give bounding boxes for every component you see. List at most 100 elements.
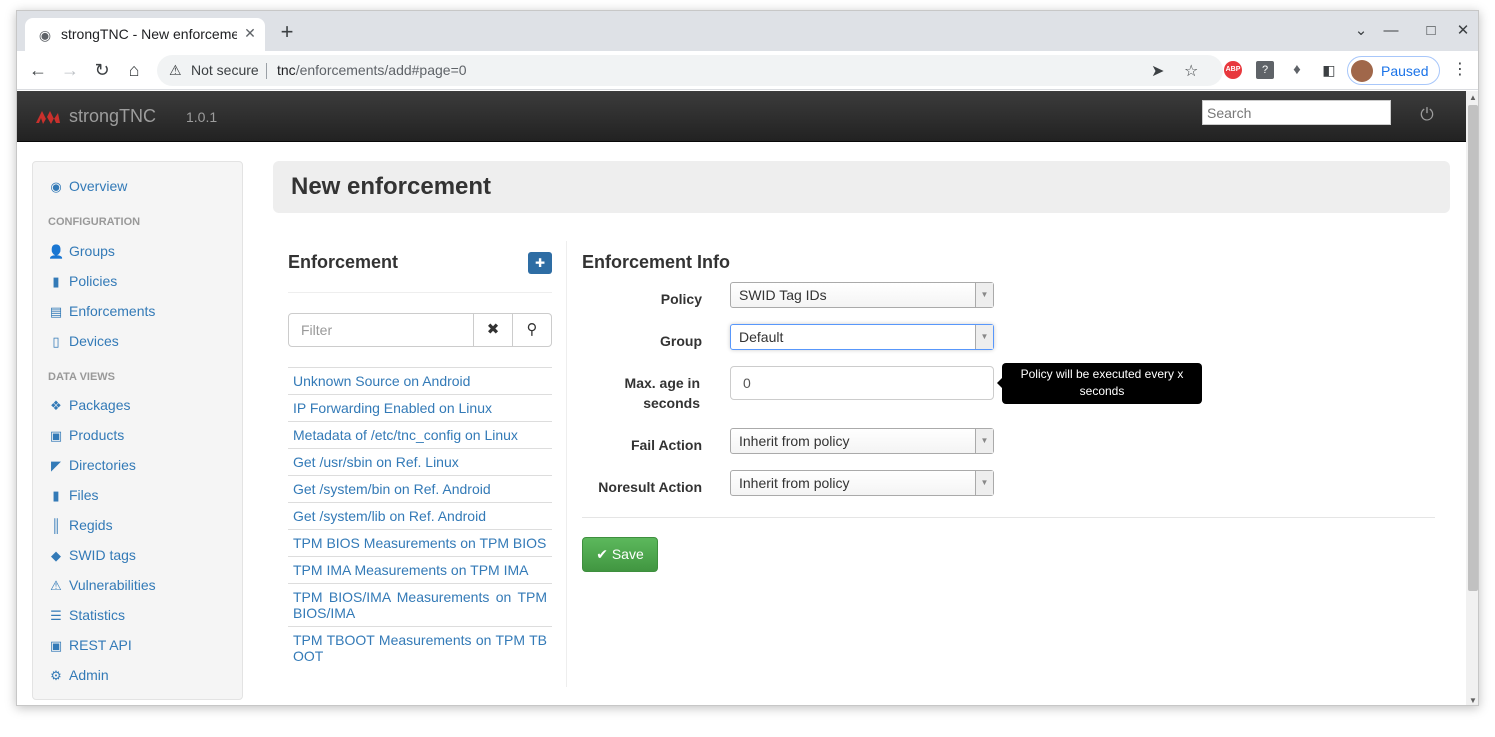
sidebar-item-vulnerabilities[interactable]: ⚠ Vulnerabilities [48, 577, 155, 597]
browser-window: ◉ strongTNC - New enforcement ✕ + ⌄ — □ … [16, 10, 1479, 706]
back-arrow-icon[interactable]: ← [27, 59, 49, 81]
chevron-down-icon[interactable]: ⌄ [1351, 21, 1371, 41]
security-status[interactable]: Not secure [191, 62, 259, 78]
sidebar: ◉ Overview Configuration 👤 Groups ▮ Policie… [32, 161, 243, 700]
scrollbar-thumb[interactable] [1468, 105, 1478, 591]
sidebar-item-label: Statistics [69, 607, 126, 623]
strongswan-logo-icon[interactable] [34, 107, 62, 127]
sidebar-item-groups[interactable]: 👤 Groups [48, 243, 115, 263]
scroll-down-icon[interactable]: ▼ [1468, 696, 1478, 705]
send-icon[interactable]: ➤ [1151, 61, 1164, 81]
list-item[interactable]: Get /usr/sbin on Ref. Linux [288, 448, 552, 475]
phone-icon: ▯ [52, 334, 60, 349]
app-version: 1.0.1 [186, 109, 218, 125]
save-button[interactable]: ✔ Save [582, 537, 658, 572]
user-icon: 👤 [48, 244, 65, 259]
forward-arrow-icon[interactable]: → [59, 59, 81, 81]
sidebar-item-enforcements[interactable]: ▤ Enforcements [48, 303, 156, 323]
policy-select[interactable]: SWID Tag IDs ▼ [730, 282, 994, 308]
new-tab-button[interactable]: + [277, 21, 297, 43]
list-item[interactable]: TPM BIOS Measurements on TPM BIOS [288, 529, 552, 556]
profile-button[interactable]: Paused [1347, 56, 1440, 85]
noresult-action-value: Inherit from policy [739, 475, 850, 491]
eye-icon: ◉ [50, 179, 62, 194]
sidebar-item-swid-tags[interactable]: ◆ SWID tags [48, 547, 136, 567]
page-scrollbar[interactable]: ▲ ▼ [1466, 91, 1478, 705]
close-window-icon[interactable]: ✕ [1453, 21, 1473, 41]
brand-name[interactable]: strongTNC [69, 106, 156, 127]
sidebar-item-label: Devices [69, 333, 119, 349]
browser-tab[interactable]: ◉ strongTNC - New enforcement ✕ [25, 18, 265, 51]
sidebar-item-label: Products [69, 427, 125, 443]
warning-icon: ⚠ [50, 578, 62, 593]
group-select[interactable]: Default ▼ [730, 324, 994, 350]
chevron-down-icon: ▼ [975, 283, 993, 307]
sidebar-item-label: Files [69, 487, 99, 503]
unknown-extension-icon[interactable]: ? [1256, 61, 1274, 79]
sidebar-item-overview[interactable]: ◉ Overview [48, 178, 127, 198]
sidebar-item-files[interactable]: ▮ Files [48, 487, 99, 507]
chevron-down-icon: ▼ [975, 429, 993, 453]
address-url[interactable]: tnc/enforcements/add#page=0 [277, 62, 467, 78]
sidebar-item-packages[interactable]: ❖ Packages [48, 397, 130, 417]
list-item[interactable]: TPM BIOS/IMA Measurements on TPM BIOS/IM… [288, 583, 552, 626]
star-icon[interactable]: ☆ [1184, 61, 1198, 81]
reload-icon[interactable]: ↻ [91, 59, 113, 81]
warning-icon[interactable]: ⚠ [169, 62, 182, 79]
add-enforcement-button[interactable]: ✚ [528, 252, 552, 274]
group-value: Default [739, 329, 784, 345]
group-label: Group [660, 333, 702, 349]
minimize-icon[interactable]: — [1381, 21, 1401, 41]
search-button[interactable]: ⚲ [512, 313, 552, 347]
fail-action-select[interactable]: Inherit from policy ▼ [730, 428, 994, 454]
puzzle-icon[interactable]: ♦ [1288, 61, 1306, 79]
scroll-up-icon[interactable]: ▲ [1468, 93, 1478, 102]
enforcement-list-title: Enforcement [288, 252, 399, 272]
sidebar-item-admin[interactable]: ⚙ Admin [48, 667, 109, 687]
noresult-action-select[interactable]: Inherit from policy ▼ [730, 470, 994, 496]
close-tab-icon[interactable]: ✕ [241, 24, 259, 42]
list-item[interactable]: TPM TBOOT Measurements on TPM TBOOT [288, 626, 552, 669]
maximize-icon[interactable]: □ [1421, 21, 1441, 41]
list-item[interactable]: Unknown Source on Android [288, 367, 552, 394]
sidebar-item-regids[interactable]: ║ Regids [48, 517, 112, 537]
fail-action-value: Inherit from policy [739, 433, 850, 449]
address-host: tnc [277, 62, 296, 78]
sidebar-item-directories[interactable]: ◤ Directories [48, 457, 136, 477]
policy-value: SWID Tag IDs [739, 287, 827, 303]
sidebar-item-statistics[interactable]: ☰ Statistics [48, 607, 125, 627]
address-bar[interactable]: ⚠ Not secure tnc/enforcements/add#page=0… [157, 55, 1223, 86]
address-path: /enforcements/add#page=0 [295, 62, 467, 78]
sidebar-item-label: Directories [69, 457, 136, 473]
page-content: strongTNC 1.0.1 ⏻ ◉ Overview Configuratio… [17, 91, 1466, 705]
api-icon: ▣ [49, 638, 63, 653]
home-icon[interactable]: ⌂ [123, 59, 145, 81]
cog-icon: ⚙ [50, 668, 62, 683]
adblock-icon[interactable]: ABP [1224, 61, 1242, 79]
sidebar-item-label: SWID tags [69, 547, 136, 563]
enforcement-list: Unknown Source on Android IP Forwarding … [288, 367, 552, 669]
side-panel-icon[interactable]: ◧ [1320, 61, 1338, 79]
sidebar-item-rest-api[interactable]: ▣ REST API [48, 637, 132, 657]
filter-input[interactable] [288, 313, 474, 347]
divider [288, 292, 552, 293]
power-icon[interactable]: ⏻ [1417, 105, 1437, 125]
max-age-input[interactable] [730, 366, 994, 400]
sidebar-item-policies[interactable]: ▮ Policies [48, 273, 117, 293]
app-navbar: strongTNC 1.0.1 ⏻ [17, 91, 1466, 142]
sidebar-item-label: Overview [69, 178, 128, 194]
globe-icon: ◉ [38, 27, 52, 43]
search-input[interactable] [1202, 100, 1391, 125]
sidebar-item-devices[interactable]: ▯ Devices [48, 333, 119, 353]
clear-filter-button[interactable]: ✖ [473, 313, 513, 347]
browser-toolbar: ← → ↻ ⌂ ⚠ Not secure tnc/enforcements/ad… [17, 51, 1478, 90]
chevron-down-icon: ▼ [975, 325, 993, 349]
list-item[interactable]: Get /system/bin on Ref. Android [288, 475, 552, 502]
kebab-menu-icon[interactable]: ⋮ [1449, 59, 1471, 81]
list-item[interactable]: Get /system/lib on Ref. Android [288, 502, 552, 529]
list-item[interactable]: TPM IMA Measurements on TPM IMA [288, 556, 552, 583]
list-item[interactable]: IP Forwarding Enabled on Linux [288, 394, 552, 421]
search-icon: ⚲ [526, 321, 538, 338]
list-item[interactable]: Metadata of /etc/tnc_config on Linux [288, 421, 552, 448]
sidebar-item-products[interactable]: ▣ Products [48, 427, 124, 447]
